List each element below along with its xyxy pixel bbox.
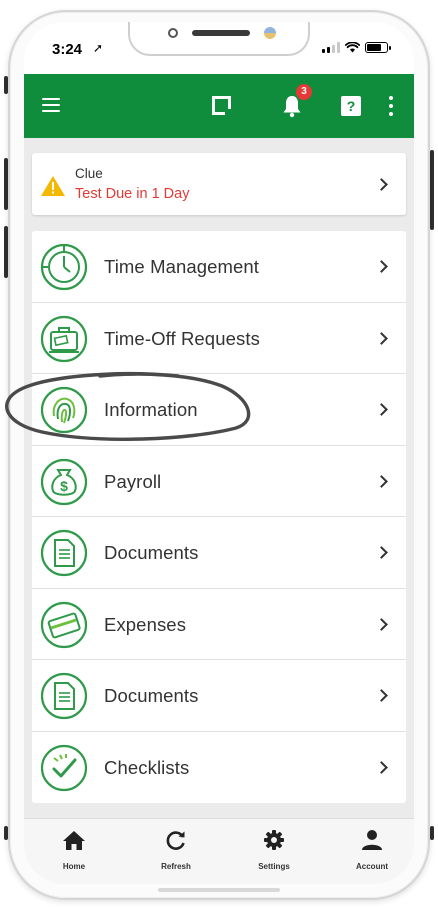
menu-item-documents[interactable]: Documents xyxy=(32,517,406,589)
app-header: 3 ? xyxy=(24,74,414,138)
menu-item-payroll[interactable]: $ Payroll xyxy=(32,446,406,517)
phone-screen: 3:24 ➚ 3 ? Clue Test Due in 1 Day Time M… xyxy=(24,22,414,884)
status-bar: 3:24 ➚ xyxy=(24,22,414,74)
notification-badge: 3 xyxy=(296,84,312,100)
bottom-nav: Home Refresh Settings Account xyxy=(24,818,414,884)
svg-text:$: $ xyxy=(60,478,68,494)
menu-item-label: Checklists xyxy=(104,756,190,778)
clock-icon xyxy=(40,243,88,291)
chevron-right-icon xyxy=(375,617,388,631)
chevron-right-icon xyxy=(375,474,388,488)
app-logo-icon[interactable] xyxy=(212,96,232,116)
document-icon xyxy=(40,529,88,577)
account-icon xyxy=(362,830,382,850)
menu-item-label: Time Management xyxy=(104,256,260,277)
battery-icon xyxy=(365,42,391,53)
status-time: 3:24 xyxy=(52,41,83,58)
hamburger-icon[interactable] xyxy=(42,98,60,112)
nav-label: Refresh xyxy=(161,862,191,871)
alert-card[interactable]: Clue Test Due in 1 Day xyxy=(32,153,406,215)
speaker-icon xyxy=(192,30,250,36)
more-vertical-icon[interactable] xyxy=(389,96,393,116)
checklist-icon xyxy=(40,744,88,791)
document-icon xyxy=(40,672,88,720)
chevron-right-icon xyxy=(375,760,388,774)
fingerprint-icon xyxy=(40,386,88,434)
chevron-right-icon xyxy=(375,331,388,345)
warning-icon xyxy=(41,176,65,196)
menu-item-documents-2[interactable]: Documents xyxy=(32,660,406,732)
money-bag-icon: $ xyxy=(40,458,88,505)
menu-item-label: Documents xyxy=(104,685,199,706)
menu-item-label: Payroll xyxy=(104,470,162,492)
alert-message: Test Due in 1 Day xyxy=(75,186,190,202)
nav-home[interactable]: Home xyxy=(34,829,114,871)
main-content: Clue Test Due in 1 Day Time Management T… xyxy=(24,138,414,818)
chevron-right-icon xyxy=(375,403,388,416)
menu-item-expenses[interactable]: Expenses xyxy=(32,589,406,660)
nav-label: Home xyxy=(62,862,86,871)
alert-title: Clue xyxy=(75,166,103,181)
help-icon[interactable]: ? xyxy=(341,96,361,116)
menu-item-label: Expenses xyxy=(104,613,187,635)
chevron-right-icon xyxy=(375,178,388,191)
home-icon xyxy=(63,831,85,850)
gear-icon xyxy=(264,830,284,850)
refresh-icon xyxy=(166,831,185,850)
credit-card-icon xyxy=(40,601,88,648)
home-indicator xyxy=(158,888,280,892)
chevron-right-icon xyxy=(375,689,388,702)
location-arrow-icon: ➚ xyxy=(93,41,104,55)
menu-item-label: Time-Off Requests xyxy=(104,327,260,349)
menu-item-time-management[interactable]: Time Management xyxy=(32,231,406,303)
menu-item-checklists[interactable]: Checklists xyxy=(32,732,406,804)
nav-label: Settings xyxy=(258,862,290,871)
menu-item-time-off-requests[interactable]: Time-Off Requests xyxy=(32,303,406,374)
signal-icon xyxy=(322,42,340,53)
wifi-icon xyxy=(345,42,360,53)
sensor-icon xyxy=(264,27,276,39)
nav-account[interactable]: Account xyxy=(332,829,412,871)
menu-item-label: Documents xyxy=(104,542,199,563)
menu-list: Time Management Time-Off Requests Inform… xyxy=(32,231,406,803)
nav-refresh[interactable]: Refresh xyxy=(136,829,216,871)
phone-notch xyxy=(128,22,310,56)
menu-item-information[interactable]: Information xyxy=(32,374,406,446)
chevron-right-icon xyxy=(375,546,388,559)
nav-label: Account xyxy=(356,862,388,871)
status-indicators xyxy=(322,42,391,53)
camera-icon xyxy=(168,28,178,38)
suitcase-icon xyxy=(40,315,88,362)
chevron-right-icon xyxy=(375,260,388,273)
menu-item-label: Information xyxy=(104,399,198,420)
nav-settings[interactable]: Settings xyxy=(234,829,314,871)
